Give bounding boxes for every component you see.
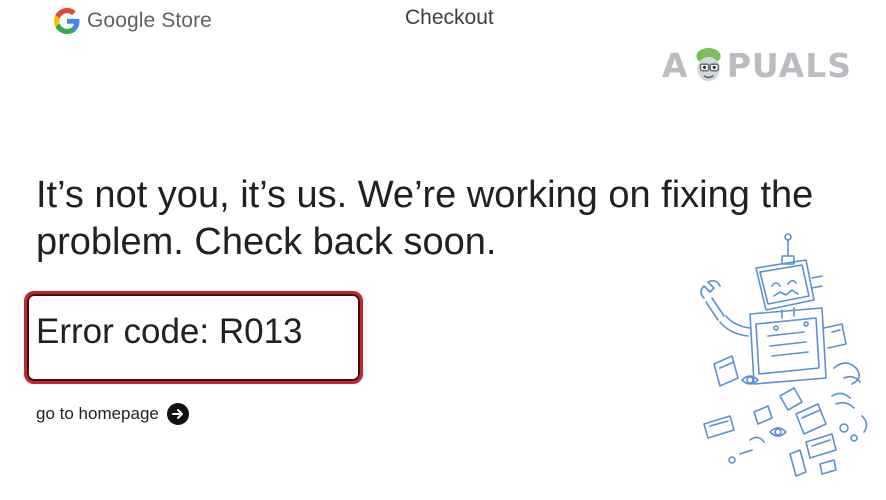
store-name: Google Store bbox=[87, 9, 212, 32]
mascot-icon bbox=[696, 48, 721, 82]
page-title: Checkout bbox=[405, 6, 494, 29]
watermark-suffix: PUALS bbox=[726, 45, 852, 85]
home-link-label: go to homepage bbox=[36, 404, 159, 423]
broken-robot-illustration bbox=[700, 233, 868, 477]
google-store-logo[interactable]: Google Store bbox=[54, 7, 212, 35]
watermark-prefix: A bbox=[662, 45, 689, 85]
appuals-watermark: A PUALS bbox=[662, 40, 852, 90]
arrow-right-circle-icon bbox=[166, 403, 189, 425]
google-g-icon bbox=[54, 8, 80, 34]
go-to-homepage-link[interactable]: go to homepage bbox=[36, 403, 189, 425]
headline-line-1: It’s not you, it’s us. We’re working on … bbox=[36, 174, 814, 216]
headline-line-2: problem. Check back soon. bbox=[36, 221, 497, 263]
error-code: Error code: R013 bbox=[36, 312, 303, 351]
